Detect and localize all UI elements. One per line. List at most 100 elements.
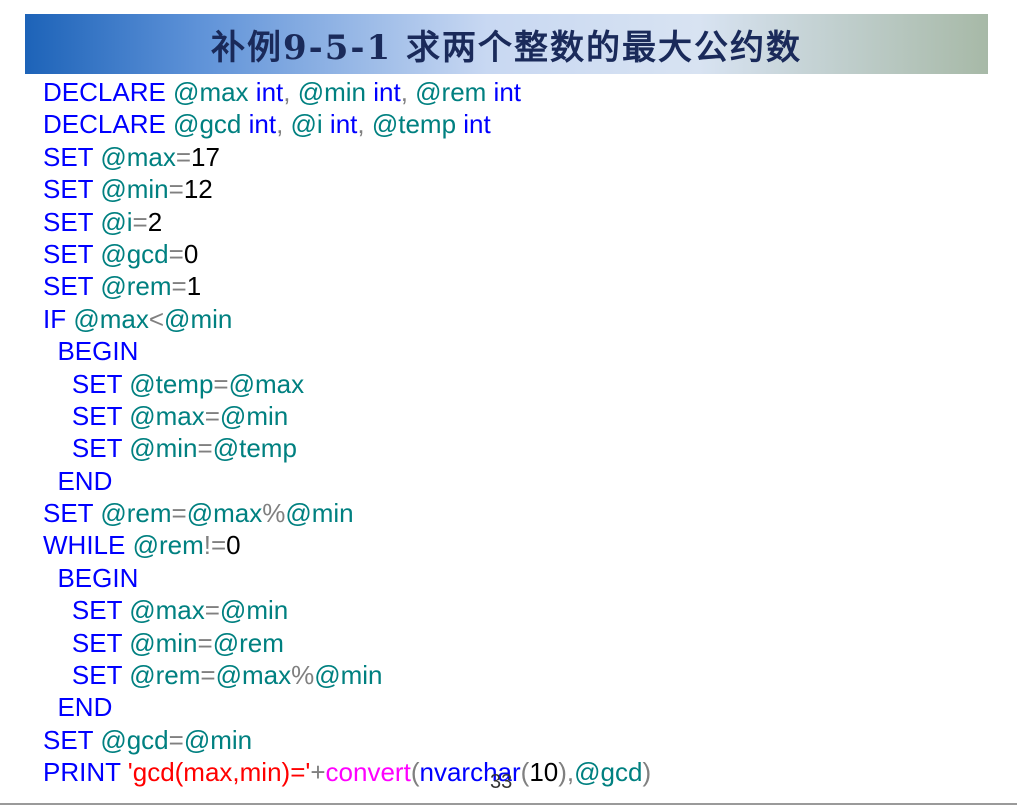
code-token: PRINT (43, 757, 128, 788)
code-line: SET @min=@rem (43, 627, 651, 659)
code-token: @gcd (574, 757, 643, 788)
page-number: 33 (490, 771, 513, 793)
code-token: != (203, 530, 227, 561)
code-line: SET @gcd=@min (43, 724, 651, 756)
code-token: = (213, 368, 229, 399)
code-token: int (366, 77, 401, 107)
code-token: @rem (212, 627, 284, 658)
code-token: @min (129, 627, 198, 658)
code-token: = (168, 238, 184, 269)
code-token: = (168, 724, 184, 755)
code-token: 12 (183, 174, 213, 205)
code-token: = (132, 206, 148, 237)
code-token: SET (43, 400, 130, 431)
code-token: , (400, 77, 416, 107)
code-token: SET (43, 627, 130, 658)
code-token: @temp (212, 433, 297, 464)
code-token: = (171, 271, 187, 302)
code-token: SET (43, 271, 101, 302)
code-line: IF @max<@min (43, 303, 651, 335)
code-token: % (291, 660, 315, 691)
code-token: @min (219, 400, 289, 431)
code-token: @rem (415, 77, 487, 107)
code-line: DECLARE @max int, @min int, @rem int (43, 76, 651, 108)
code-line: SET @i=2 (43, 206, 651, 238)
code-token: @i (100, 206, 133, 237)
sql-code-block: DECLARE @max int, @min int, @rem int DECL… (43, 76, 651, 789)
code-token: , (283, 77, 298, 107)
code-token: = (168, 174, 184, 205)
code-token: END (43, 465, 113, 496)
code-token: @min (100, 174, 169, 205)
code-line: END (43, 691, 651, 723)
code-token: SET (43, 595, 130, 626)
code-token: @gcd (100, 724, 169, 755)
code-token: 17 (191, 141, 220, 172)
code-line: END (43, 465, 651, 497)
code-token: IF (43, 303, 74, 334)
code-line: PRINT 'gcd(max,min)='+convert(nvarchar(1… (43, 756, 651, 788)
code-token: = (204, 595, 220, 626)
code-token: BEGIN (43, 336, 139, 367)
code-token: 'gcd(max,min)=' (127, 757, 311, 788)
code-token: @max (73, 303, 149, 334)
code-line: DECLARE @gcd int, @i int, @temp int (43, 108, 651, 140)
code-token: = (200, 660, 216, 691)
code-line: SET @max=@min (43, 594, 651, 626)
code-line: SET @gcd=0 (43, 238, 651, 270)
code-token: @i (290, 109, 323, 140)
code-token: , (357, 109, 372, 140)
code-token: SET (43, 498, 101, 529)
code-token: SET (43, 368, 130, 399)
code-token: SET (43, 433, 130, 464)
code-token: BEGIN (43, 562, 139, 593)
code-token: @rem (100, 271, 172, 302)
code-token: DECLARE (43, 109, 174, 140)
code-line: WHILE @rem!=0 (43, 529, 651, 561)
code-token: @rem (132, 530, 204, 561)
code-token: @max (100, 141, 176, 172)
code-token: @rem (129, 660, 201, 691)
code-token: @rem (100, 498, 172, 529)
code-line: SET @temp=@max (43, 368, 651, 400)
code-token: = (175, 141, 192, 172)
code-token: @min (183, 724, 253, 755)
code-token: = (197, 433, 213, 464)
code-token: @max (129, 400, 205, 431)
code-token: @gcd (100, 238, 169, 269)
code-token: int (486, 77, 521, 107)
code-line: SET @rem=@max%@min (43, 497, 651, 529)
code-token: 10 (529, 757, 559, 788)
code-token: @min (164, 303, 233, 334)
code-line: SET @max=17 (43, 141, 651, 173)
code-token: @min (219, 595, 289, 626)
code-token: 1 (186, 271, 202, 302)
code-token: 2 (147, 206, 163, 237)
bottom-divider (0, 803, 1017, 805)
code-token: + (310, 757, 326, 788)
code-line: BEGIN (43, 335, 651, 367)
code-token: ) (642, 757, 652, 788)
code-token: @min (314, 660, 383, 691)
code-token: @max (129, 595, 205, 626)
code-token: @temp (129, 368, 214, 399)
code-token: @max (173, 77, 249, 107)
code-token: @temp (371, 109, 457, 140)
code-token: WHILE (43, 530, 133, 561)
code-token: 0 (226, 530, 241, 561)
code-line: SET @min=12 (43, 173, 651, 205)
code-token: @max (215, 660, 292, 691)
code-line: SET @max=@min (43, 400, 651, 432)
code-token: % (262, 498, 286, 529)
code-token: @min (285, 498, 354, 529)
slide-title: 补例9-5-1 求两个整数的最大公约数 (210, 27, 803, 68)
code-token: int (322, 109, 358, 140)
code-token: SET (43, 238, 101, 269)
code-token: int (248, 77, 284, 107)
code-token: @min (129, 433, 198, 464)
code-token: ( (520, 757, 530, 788)
code-line: BEGIN (43, 562, 651, 594)
code-line: SET @rem=1 (43, 270, 651, 302)
code-token: = (204, 400, 220, 431)
code-token: SET (43, 174, 101, 205)
